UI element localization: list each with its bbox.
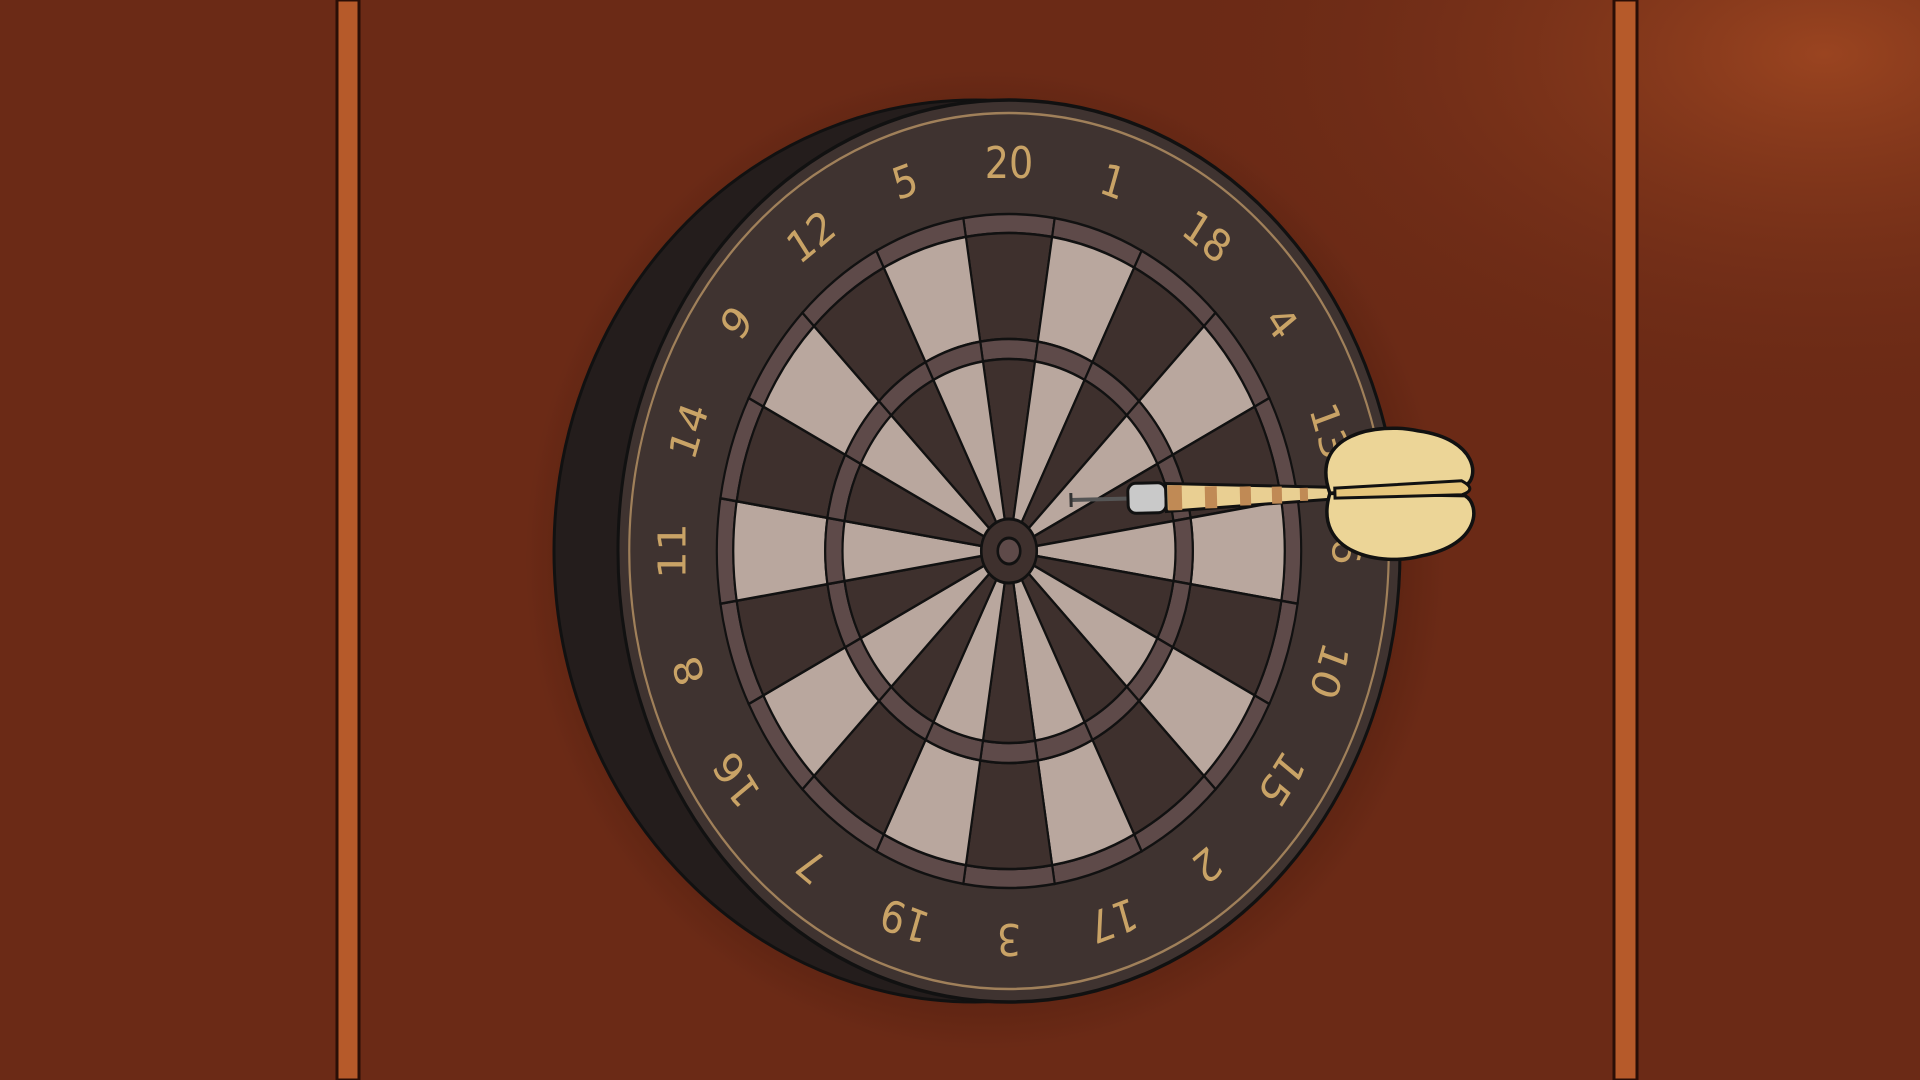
dartboard-scene: 2011841361015217319716811149125 6 <box>0 0 1920 1080</box>
scene-svg: 2011841361015217319716811149125 6 <box>0 0 1920 1080</box>
bullseye[interactable] <box>996 536 1022 566</box>
dartboard: 20 11841361015217319716811149125 <box>616 98 1402 1004</box>
dart-grip <box>1126 481 1168 515</box>
number-11: 11 <box>650 523 694 579</box>
dart-tip <box>1070 496 1131 502</box>
number-20: 20 <box>985 137 1034 188</box>
segments <box>715 212 1303 890</box>
number-3: 3 <box>997 913 1021 964</box>
wall-trim-left <box>335 0 361 1080</box>
wall-trim-right <box>1612 0 1639 1080</box>
